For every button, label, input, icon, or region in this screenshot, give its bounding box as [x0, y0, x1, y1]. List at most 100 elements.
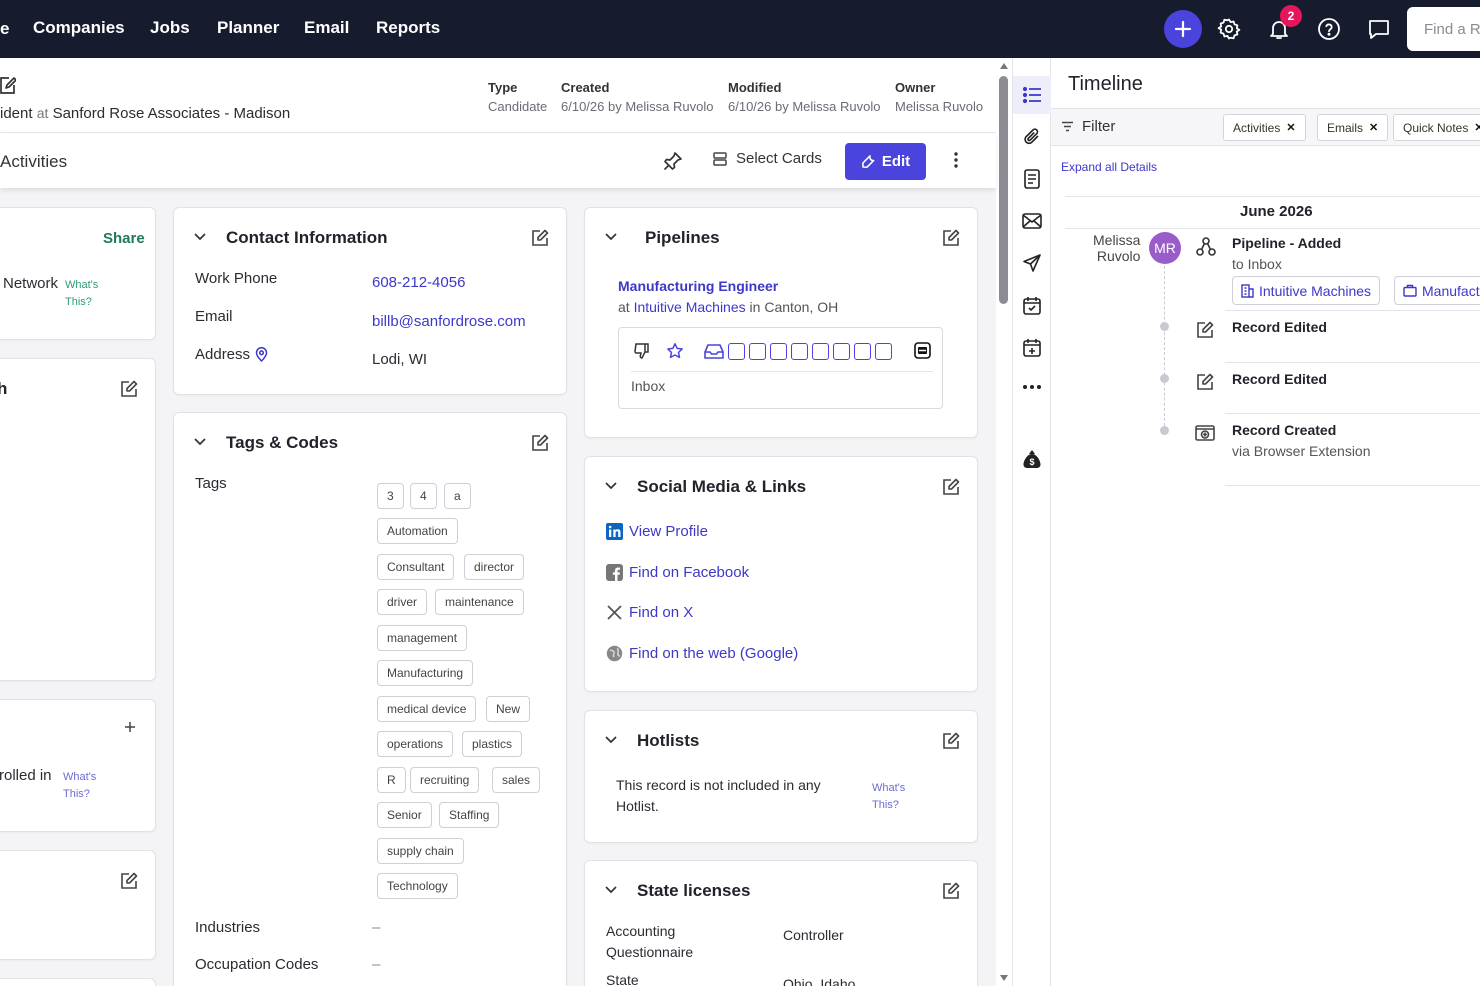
collapse-button[interactable] [604, 885, 618, 894]
collapse-button[interactable] [193, 232, 207, 241]
filter-chip-emails[interactable]: Emails ✕ [1317, 114, 1389, 141]
pipeline-job-link[interactable]: Manufacturing Engineer [618, 278, 778, 294]
tag[interactable]: management [377, 625, 468, 651]
nav-item-companies[interactable]: Companies [33, 18, 125, 38]
close-icon[interactable]: ✕ [1369, 121, 1378, 134]
tags-edit-button[interactable] [530, 433, 550, 453]
record-company[interactable]: Sanford Rose Associates - Madison [53, 105, 291, 122]
share-link[interactable]: Share [103, 230, 145, 247]
tag[interactable]: a [444, 483, 471, 509]
tag[interactable]: medical device [377, 696, 477, 722]
inbox-stage-button[interactable] [703, 342, 725, 360]
stage-box[interactable] [812, 343, 829, 360]
pin-button[interactable] [662, 150, 684, 172]
stage-box[interactable] [749, 343, 766, 360]
scroll-down-arrow-icon[interactable] [999, 974, 1009, 982]
timeline-company-link[interactable]: Intuitive Machines [1232, 276, 1381, 305]
find-record-search-input[interactable] [1407, 7, 1480, 51]
scrollbar-thumb[interactable] [999, 76, 1008, 304]
main-scrollbar[interactable] [996, 58, 1012, 986]
star-button[interactable] [666, 342, 684, 360]
filter-chip-activities[interactable]: Activities ✕ [1223, 114, 1306, 141]
edit-record-name-button[interactable] [0, 76, 16, 94]
edit-record-button[interactable]: Edit [845, 143, 926, 180]
collapse-button[interactable] [604, 481, 618, 490]
tag[interactable]: New [486, 696, 531, 722]
stage-box[interactable] [791, 343, 808, 360]
hotlists-edit-button[interactable] [941, 731, 961, 751]
tag[interactable]: Manufacturing [377, 660, 474, 686]
collapse-button[interactable] [193, 437, 207, 446]
linkedin-profile-link[interactable]: View Profile [606, 523, 708, 540]
tag[interactable]: operations [377, 731, 454, 757]
nav-item-partial[interactable]: e [0, 19, 9, 39]
tag[interactable]: Technology [377, 873, 458, 899]
thumbs-down-button[interactable] [633, 342, 651, 360]
scroll-up-arrow-icon[interactable] [999, 62, 1009, 70]
work-phone-link[interactable]: 608-212-4056 [372, 274, 465, 291]
tag[interactable]: Senior [377, 802, 432, 828]
left-card-4-edit-button[interactable] [119, 871, 139, 891]
stage-box[interactable] [875, 343, 892, 360]
tag[interactable]: Staffing [439, 802, 500, 828]
whats-this-link[interactable]: What's This? [65, 277, 115, 311]
pipeline-company-link[interactable]: Intuitive Machines [634, 299, 746, 315]
help-button[interactable] [1314, 14, 1344, 44]
tag[interactable]: supply chain [377, 838, 464, 864]
select-cards-button[interactable]: Select Cards [712, 150, 822, 167]
timeline-job-link[interactable]: Manufacturing Engineer [1394, 276, 1480, 305]
nav-item-planner[interactable]: Planner [217, 18, 279, 38]
tag[interactable]: maintenance [435, 589, 524, 615]
create-new-button[interactable] [1164, 10, 1202, 48]
rail-timeline-button[interactable] [1013, 76, 1051, 114]
stage-box[interactable] [833, 343, 850, 360]
messages-button[interactable] [1364, 14, 1394, 44]
nav-item-jobs[interactable]: Jobs [150, 18, 190, 38]
tag[interactable]: 4 [410, 483, 437, 509]
close-icon[interactable]: ✕ [1474, 121, 1480, 134]
tab-activities[interactable]: Activities [0, 152, 67, 172]
whats-this-link[interactable]: What's This? [872, 780, 922, 814]
nav-item-reports[interactable]: Reports [376, 18, 440, 38]
tag[interactable]: plastics [462, 731, 523, 757]
filter-button[interactable]: Filter [1061, 118, 1115, 135]
stage-box[interactable] [728, 343, 745, 360]
facebook-link[interactable]: Find on Facebook [606, 564, 749, 581]
expand-all-details-link[interactable]: Expand all Details [1061, 160, 1157, 174]
x-link[interactable]: Find on X [606, 604, 693, 621]
tag[interactable]: director [464, 554, 525, 580]
collapse-button[interactable] [604, 735, 618, 744]
avatar[interactable]: MR [1149, 232, 1181, 264]
pipelines-edit-button[interactable] [941, 228, 961, 248]
social-edit-button[interactable] [941, 477, 961, 497]
rail-more-button[interactable] [1013, 368, 1051, 406]
email-link[interactable]: billb@sanfordrose.com [372, 313, 526, 330]
settings-button[interactable] [1214, 14, 1244, 44]
tag[interactable]: sales [492, 767, 541, 793]
rail-notes-button[interactable] [1013, 160, 1051, 198]
tag[interactable]: Consultant [377, 554, 455, 580]
tag[interactable]: 3 [377, 483, 404, 509]
whats-this-link[interactable]: What's This? [63, 769, 113, 803]
remove-from-pipeline-button[interactable] [914, 342, 931, 359]
rail-send-button[interactable] [1013, 244, 1051, 282]
left-card-2-edit-button[interactable] [119, 379, 139, 399]
close-icon[interactable]: ✕ [1286, 121, 1295, 134]
more-options-button[interactable] [948, 149, 964, 171]
state-licenses-edit-button[interactable] [941, 881, 961, 901]
map-pin-icon[interactable] [255, 347, 268, 362]
rail-email-button[interactable] [1013, 202, 1051, 240]
stage-box[interactable] [854, 343, 871, 360]
tag[interactable]: Automation [377, 518, 458, 544]
tag[interactable]: driver [377, 589, 428, 615]
filter-chip-quick-notes[interactable]: Quick Notes ✕ [1393, 114, 1480, 141]
rail-tasks-button[interactable] [1013, 286, 1051, 324]
tag[interactable]: R [377, 767, 406, 793]
stage-box[interactable] [770, 343, 787, 360]
tag[interactable]: recruiting [410, 767, 480, 793]
add-enrollment-button[interactable] [124, 721, 136, 733]
collapse-button[interactable] [604, 232, 618, 241]
nav-item-email[interactable]: Email [304, 18, 349, 38]
google-search-link[interactable]: Find on the web (Google) [606, 645, 798, 662]
rail-events-button[interactable] [1013, 328, 1051, 366]
